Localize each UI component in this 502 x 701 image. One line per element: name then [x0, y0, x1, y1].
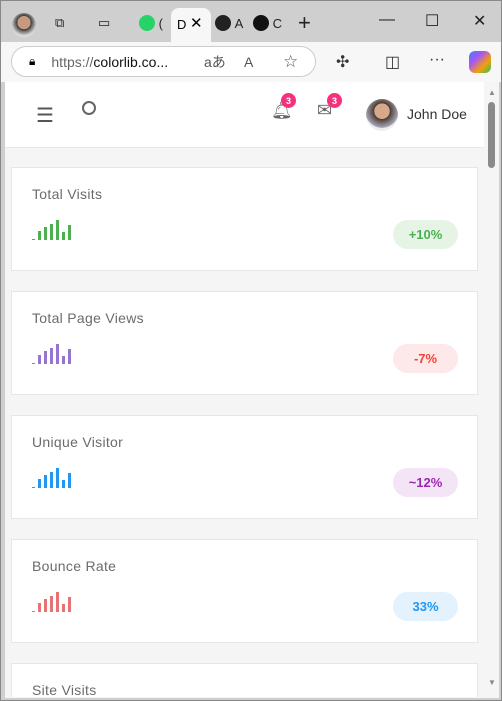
sparkline-bar	[50, 224, 53, 240]
tab-label: (	[158, 15, 163, 31]
copilot-icon[interactable]	[469, 51, 491, 73]
sparkline-bar	[44, 227, 47, 240]
url-host: colorlib.co...	[93, 53, 169, 70]
address-toolbar: 🔒︎ https://colorlib.co... aあ A ☆ ✣ ◫ ···	[1, 42, 501, 82]
read-aloud-icon[interactable]: A	[244, 54, 253, 70]
sparkline-bar	[62, 604, 65, 612]
messages-badge: 3	[327, 93, 342, 108]
more-options-icon[interactable]: ···	[429, 51, 445, 69]
scrollbar-thumb[interactable]	[488, 102, 495, 168]
sparkline-bar	[56, 344, 59, 364]
sparkline-bar	[62, 480, 65, 488]
stat-card: Bounce Rate 33%	[11, 539, 478, 643]
sparkline-bar	[38, 479, 41, 488]
tab-whatsapp[interactable]: (	[139, 9, 163, 37]
sparkline-bar	[38, 355, 41, 364]
sparkline-bar	[38, 603, 41, 612]
user-avatar[interactable]	[366, 99, 398, 131]
sparkline-bar	[50, 596, 53, 612]
sparkline-bars	[32, 218, 71, 240]
sparkline-bars	[32, 342, 71, 364]
sparkline-bar	[32, 487, 35, 488]
new-tab-button[interactable]: +	[298, 9, 311, 37]
change-badge: +10%	[393, 220, 458, 249]
stat-card: Total Page Views -7%	[11, 291, 478, 395]
lock-icon: 🔒︎	[29, 54, 36, 68]
translate-icon[interactable]: aあ	[204, 52, 226, 72]
hamburger-menu-icon[interactable]: ☰	[36, 103, 54, 128]
sparkline-bar	[68, 597, 71, 612]
close-tab-icon[interactable]: ✕	[190, 14, 203, 32]
change-badge: 33%	[393, 592, 458, 621]
workspaces-icon[interactable]: ⧉	[55, 9, 64, 37]
split-screen-icon[interactable]: ◫	[385, 52, 400, 72]
profile-avatar[interactable]	[12, 13, 36, 37]
extensions-icon[interactable]: ✣	[336, 52, 349, 72]
sparkline-bar	[32, 611, 35, 612]
stat-card: Total Visits +10%	[11, 167, 478, 271]
github-icon	[215, 15, 231, 31]
card-title: Site Visits	[32, 682, 97, 698]
change-badge: ~12%	[393, 468, 458, 497]
notifications-badge: 3	[281, 93, 296, 108]
openai-icon	[253, 15, 269, 31]
sparkline-bar	[32, 363, 35, 364]
page-viewport: ☰ 🔔︎ 3 ✉ 3 John Doe Total Visits +10% Tota…	[5, 82, 499, 698]
sparkline-bar	[68, 349, 71, 364]
tab-github[interactable]: A	[215, 9, 243, 37]
tab-label: A	[234, 15, 244, 31]
user-name[interactable]: John Doe	[407, 106, 467, 122]
change-badge: -7%	[393, 344, 458, 373]
notifications-button[interactable]: 🔔︎ 3	[271, 93, 296, 121]
sparkline-bar	[68, 225, 71, 240]
sparkline-bar	[56, 220, 59, 240]
url: https://colorlib.co...	[51, 54, 168, 70]
card-title: Bounce Rate	[32, 558, 117, 574]
tab-openai[interactable]: C	[253, 9, 282, 37]
tab-label: D	[177, 17, 187, 32]
sparkline-bar	[50, 472, 53, 488]
sparkline-bar	[44, 475, 47, 488]
scroll-down-icon[interactable]: ▼	[488, 678, 496, 687]
top-navbar: ☰ 🔔︎ 3 ✉ 3 John Doe	[5, 82, 484, 148]
browser-window: ⧉ ▭ ( D ✕ A C + — ☐ ✕ 🔒︎ https://colorlib…	[0, 0, 502, 701]
scrollbar[interactable]: ▲ ▼	[485, 82, 499, 698]
favorite-star-icon[interactable]: ☆	[283, 52, 298, 72]
url-scheme: https://	[51, 53, 94, 70]
sparkline-bar	[62, 232, 65, 240]
sparkline-bar	[44, 351, 47, 364]
whatsapp-icon	[139, 15, 155, 31]
sparkline-bar	[32, 239, 35, 240]
sparkline-bar	[50, 348, 53, 364]
scroll-up-icon[interactable]: ▲	[488, 88, 496, 97]
maximize-icon[interactable]: ☐	[425, 11, 439, 31]
search-icon[interactable]	[82, 101, 96, 115]
minimize-icon[interactable]: —	[379, 11, 395, 29]
sparkline-bar	[38, 231, 41, 240]
card-title: Total Visits	[32, 186, 103, 202]
address-bar[interactable]: 🔒︎ https://colorlib.co... aあ A ☆	[11, 46, 316, 77]
sparkline-bars	[32, 590, 71, 612]
tab-label: C	[272, 15, 283, 31]
messages-button[interactable]: ✉ 3	[317, 93, 342, 121]
sparkline-bar	[56, 468, 59, 488]
stat-card: Unique Visitor ~12%	[11, 415, 478, 519]
sparkline-bar	[56, 592, 59, 612]
tab-actions-icon[interactable]: ▭	[98, 9, 110, 37]
sparkline-bar	[62, 356, 65, 364]
tab-strip: ⧉ ▭ ( D ✕ A C + — ☐ ✕	[1, 1, 501, 42]
card-title: Total Page Views	[32, 310, 144, 326]
sparkline-bar	[44, 599, 47, 612]
stat-card: Site Visits	[11, 663, 478, 698]
tab-active[interactable]: D ✕	[171, 8, 211, 42]
sparkline-bars	[32, 466, 71, 488]
close-window-icon[interactable]: ✕	[473, 11, 486, 31]
card-title: Unique Visitor	[32, 434, 124, 450]
sparkline-bar	[68, 473, 71, 488]
